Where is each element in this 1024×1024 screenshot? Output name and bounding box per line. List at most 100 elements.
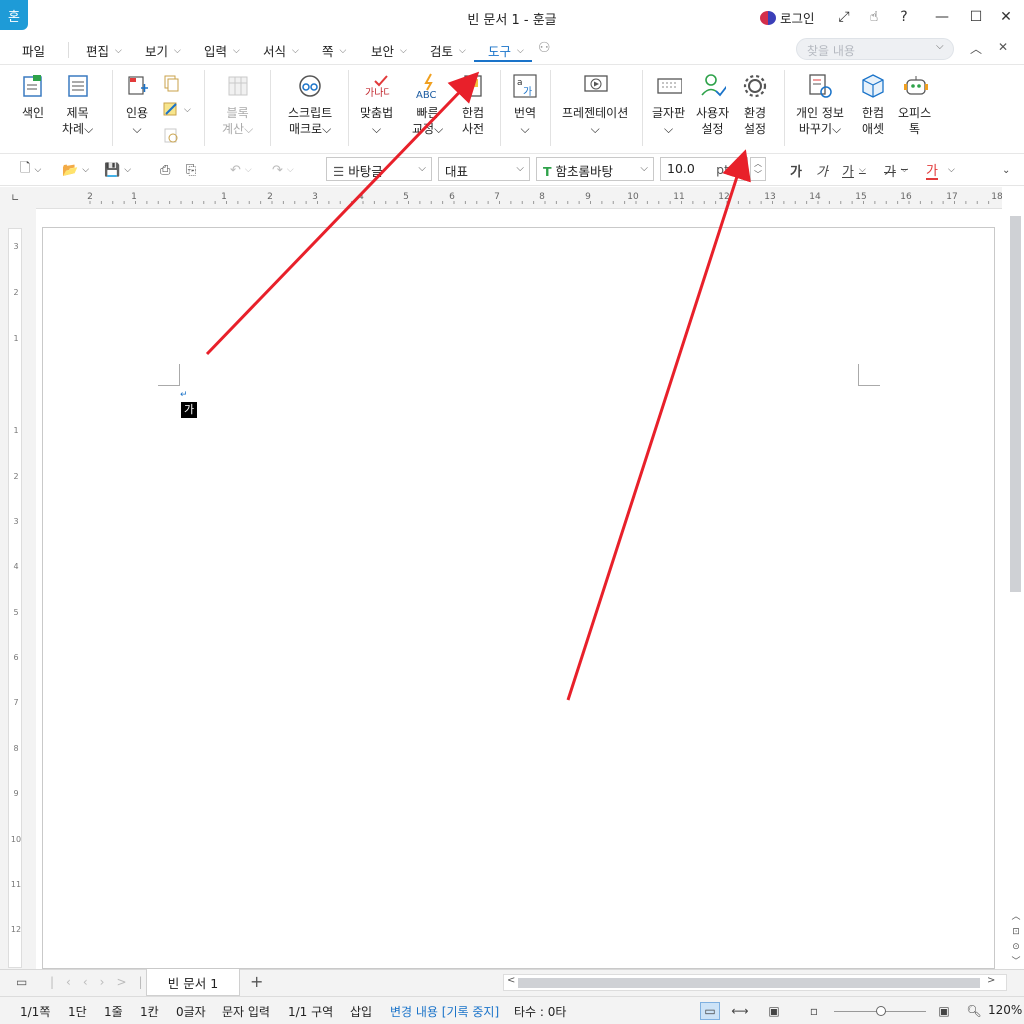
paste-icon[interactable] bbox=[162, 126, 180, 144]
font-size-input[interactable]: 10.0 pt bbox=[660, 157, 748, 181]
menu-format[interactable]: 서식 ⌵ bbox=[263, 41, 299, 60]
zoom-icon[interactable]: 🔍︎ bbox=[964, 1002, 984, 1020]
menu-tools[interactable]: 도구 ⌵ bbox=[488, 41, 524, 60]
chevron-down-icon: ⌵ bbox=[517, 45, 524, 56]
ruler-tick-label: 6 bbox=[449, 192, 455, 202]
chevron-down-icon[interactable]: ⌵ bbox=[936, 41, 944, 52]
hancom-asset-button[interactable]: 한컴 애셋 bbox=[860, 73, 886, 137]
menu-input[interactable]: 입력 ⌵ bbox=[204, 41, 240, 60]
menu-edit[interactable]: 편집 ⌵ bbox=[86, 41, 122, 60]
office-talk-label-1: 오피스 bbox=[898, 106, 932, 120]
quick-correct-label-2-text: 교정 bbox=[412, 122, 435, 136]
zoom-level[interactable]: 120% bbox=[988, 1003, 1022, 1017]
cite-button[interactable]: 인용 ⌵ bbox=[124, 73, 150, 137]
save-icon[interactable]: 💾 ⌵ bbox=[104, 160, 131, 180]
chevron-down-icon[interactable]: ⌵ bbox=[948, 160, 955, 180]
spellcheck-button[interactable]: 가나다 맞춤법 ⌵ bbox=[360, 73, 393, 137]
menu-page[interactable]: 쪽 ⌵ bbox=[322, 41, 346, 60]
redo-icon[interactable]: ↷ ⌵ bbox=[272, 160, 294, 180]
status-track-changes[interactable]: 변경 내용 [기록 중지] bbox=[390, 1003, 499, 1020]
status-input-mode[interactable]: 문자 입력 bbox=[222, 1003, 270, 1020]
hancom-dictionary-button[interactable]: 한컴 사전 bbox=[460, 73, 486, 137]
add-tab-button[interactable]: + bbox=[250, 972, 263, 991]
user-settings-button[interactable]: 사용자 설정 bbox=[696, 73, 729, 137]
chevron-down-icon: ⌵ bbox=[372, 122, 382, 136]
undo-icon[interactable]: ↶ ⌵ bbox=[230, 160, 252, 180]
toc-button[interactable]: 제목 차례⌵ bbox=[62, 73, 93, 137]
document-page[interactable] bbox=[42, 227, 995, 969]
block-calc-button[interactable]: 블록 계산⌵ bbox=[222, 73, 253, 137]
menu-review[interactable]: 검토 ⌵ bbox=[430, 41, 466, 60]
text-cursor[interactable]: 가 bbox=[181, 402, 197, 418]
paragraph-mark-icon: ↵ bbox=[180, 390, 188, 400]
page-nav-buttons[interactable]: ︿ ⊡ ⊙ ﹀ bbox=[1010, 910, 1022, 970]
underline-button[interactable]: 가 ⌵ bbox=[842, 160, 866, 180]
script-macro-button[interactable]: 스크립트 매크로⌵ bbox=[288, 73, 332, 137]
more-tools-icon[interactable]: ⌄ bbox=[1002, 160, 1010, 180]
fit-page-icon[interactable]: ▣ bbox=[934, 1002, 954, 1020]
print-preview-icon[interactable]: ⎘ bbox=[186, 160, 196, 180]
vertical-scroll-thumb[interactable] bbox=[1010, 216, 1021, 592]
maximize-icon[interactable]: ☐ bbox=[964, 6, 988, 28]
font-select[interactable]: T 함초롬바탕 ⌵ bbox=[536, 157, 654, 181]
status-insert[interactable]: 삽입 bbox=[350, 1003, 372, 1020]
hancom-dictionary-label-2: 사전 bbox=[461, 122, 485, 136]
strikethrough-button[interactable]: 가 ⌵ bbox=[884, 160, 908, 180]
index-button[interactable]: 색인 bbox=[20, 73, 46, 121]
tab-list-icon[interactable]: ▭ bbox=[16, 975, 27, 989]
menu-file[interactable]: 파일 bbox=[22, 41, 45, 60]
search-input[interactable]: 찾을 내용 bbox=[796, 38, 954, 60]
tab-nav-arrows[interactable]: |‹‹›>| bbox=[50, 975, 155, 989]
italic-button[interactable]: 가 bbox=[816, 160, 828, 180]
view-full-icon[interactable]: ▣ bbox=[764, 1002, 784, 1020]
ruler-corner[interactable]: ∟ bbox=[0, 187, 36, 209]
highlight-pen-icon[interactable]: ⌵ bbox=[162, 100, 192, 118]
keyboard-button[interactable]: 글자판 ⌵ bbox=[652, 73, 685, 137]
copy-icon[interactable] bbox=[162, 74, 180, 92]
menu-security[interactable]: 보안 ⌵ bbox=[371, 41, 407, 60]
help-icon[interactable]: ? bbox=[892, 6, 916, 28]
translate-button[interactable]: a가 번역 ⌵ bbox=[512, 73, 538, 137]
horizontal-ruler[interactable]: 2 1 1 2 3 4 5 6 7 8 9 10 11 12 13 14 15 16 17 18 bbox=[36, 187, 1003, 209]
view-width-icon[interactable]: ⟷ bbox=[730, 1002, 750, 1020]
scroll-right-icon[interactable]: > bbox=[987, 975, 995, 986]
menu-view[interactable]: 보기 ⌵ bbox=[145, 41, 181, 60]
ribbon-divider bbox=[270, 70, 271, 146]
scroll-left-icon[interactable]: < bbox=[507, 975, 515, 986]
chevron-down-icon: ⌵ bbox=[664, 122, 674, 136]
open-folder-icon[interactable]: 📂 ⌵ bbox=[62, 160, 89, 180]
horizontal-scroll-thumb[interactable] bbox=[518, 978, 980, 988]
tab-document[interactable]: 빈 문서 1 bbox=[146, 969, 240, 996]
personal-info-button[interactable]: 개인 정보 바꾸기⌵ bbox=[796, 73, 844, 137]
font-value: 함초롬바탕 bbox=[555, 164, 614, 179]
presentation-button[interactable]: 프레젠테이션 ⌵ bbox=[562, 73, 628, 137]
menu-format-label: 서식 bbox=[263, 44, 287, 59]
print-icon[interactable]: ⎙ bbox=[160, 160, 170, 180]
people-icon[interactable]: ⚇ bbox=[538, 40, 556, 58]
ribbon-divider bbox=[112, 70, 113, 146]
view-page-icon[interactable]: ▭ bbox=[700, 1002, 720, 1020]
hand-icon[interactable]: ☝ bbox=[862, 6, 886, 28]
close-ribbon-icon[interactable]: ✕ bbox=[998, 40, 1008, 54]
font-type-icon: T bbox=[543, 164, 552, 179]
login-button[interactable]: 로그인 bbox=[760, 8, 815, 27]
quick-correct-label-2: 교정⌵ bbox=[412, 122, 444, 136]
bold-button[interactable]: 가 bbox=[790, 160, 802, 180]
language-select[interactable]: 대표 ⌵ bbox=[438, 157, 530, 181]
minimize-icon[interactable]: — bbox=[930, 6, 954, 28]
svg-text:⌵: ⌵ bbox=[184, 105, 191, 115]
zoom-slider-thumb[interactable] bbox=[876, 1006, 886, 1016]
font-size-stepper[interactable]: ︿ ﹀ bbox=[750, 157, 766, 181]
new-document-icon[interactable]: 🗋 ⌵ bbox=[20, 160, 41, 180]
office-talk-button[interactable]: 오피스 톡 bbox=[898, 73, 931, 137]
status-page[interactable]: 1/1쪽 bbox=[20, 1003, 50, 1020]
ruler-tick-label: 4 bbox=[358, 192, 364, 202]
quick-correct-button[interactable]: ABC 빠른 교정⌵ bbox=[412, 73, 443, 137]
env-settings-button[interactable]: 환경 설정 bbox=[742, 73, 768, 137]
style-select[interactable]: ☰ 바탕글 ⌵ bbox=[326, 157, 432, 181]
collapse-ribbon-icon[interactable]: ︿ bbox=[970, 40, 982, 57]
fullscreen-icon[interactable]: ⤢ bbox=[832, 6, 856, 28]
font-color-button[interactable]: 가 bbox=[926, 160, 938, 180]
view-small-icon[interactable]: ▫ bbox=[804, 1002, 824, 1020]
close-icon[interactable]: ✕ bbox=[994, 6, 1018, 28]
